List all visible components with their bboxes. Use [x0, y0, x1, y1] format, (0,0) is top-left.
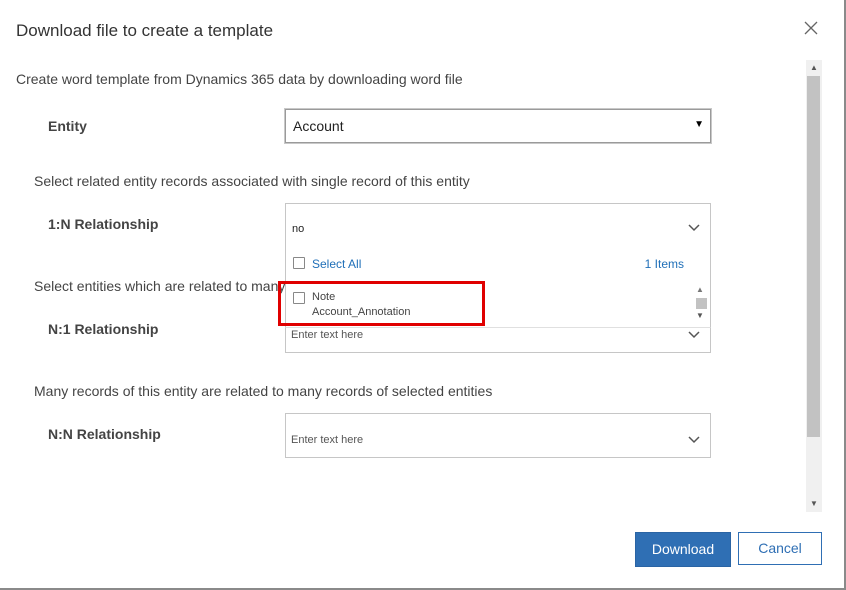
- entity-label: Entity: [48, 118, 87, 134]
- cancel-button[interactable]: Cancel: [738, 532, 822, 565]
- many-to-many-label: N:N Relationship: [48, 426, 161, 442]
- download-button[interactable]: Download: [635, 532, 731, 567]
- dialog-title: Download file to create a template: [16, 21, 274, 40]
- entity-select-value: Account: [293, 118, 344, 134]
- many-to-many-placeholder: Enter text here: [291, 434, 364, 446]
- chevron-down-icon[interactable]: [687, 330, 701, 340]
- highlight-box: [278, 281, 485, 326]
- scrollbar-thumb[interactable]: [807, 76, 820, 437]
- dropdown-arrow-icon: ▼: [694, 119, 704, 130]
- one-to-many-input[interactable]: no: [285, 203, 711, 248]
- select-all-checkbox[interactable]: [293, 257, 305, 269]
- dropdown-scroll-up-icon[interactable]: ▲: [696, 285, 704, 294]
- many-to-many-description: Many records of this entity are related …: [34, 383, 493, 399]
- chevron-down-icon[interactable]: [687, 435, 701, 445]
- chevron-down-icon[interactable]: [687, 223, 701, 233]
- dropdown-scroll-down-icon[interactable]: ▼: [696, 311, 704, 320]
- many-to-one-placeholder: Enter text here: [291, 329, 364, 341]
- one-to-many-input-value: no: [292, 223, 305, 235]
- close-icon[interactable]: [803, 20, 819, 36]
- one-to-many-label: 1:N Relationship: [48, 216, 159, 232]
- scroll-down-arrow-icon[interactable]: ▼: [806, 498, 822, 510]
- many-to-many-input[interactable]: Enter text here: [285, 413, 711, 458]
- many-to-one-label: N:1 Relationship: [48, 321, 159, 337]
- dropdown-scrollbar-thumb[interactable]: [696, 298, 707, 309]
- one-to-many-description: Select related entity records associated…: [34, 173, 470, 189]
- entity-select[interactable]: Account ▼: [285, 109, 711, 143]
- items-count: 1 Items: [644, 257, 684, 271]
- scroll-up-arrow-icon[interactable]: ▲: [806, 62, 822, 74]
- select-all-link[interactable]: Select All: [312, 257, 361, 271]
- intro-text: Create word template from Dynamics 365 d…: [16, 71, 463, 87]
- dialog: Download file to create a template ▲ ▼ C…: [0, 0, 846, 590]
- many-to-one-description: Select entities which are related to man…: [34, 278, 286, 294]
